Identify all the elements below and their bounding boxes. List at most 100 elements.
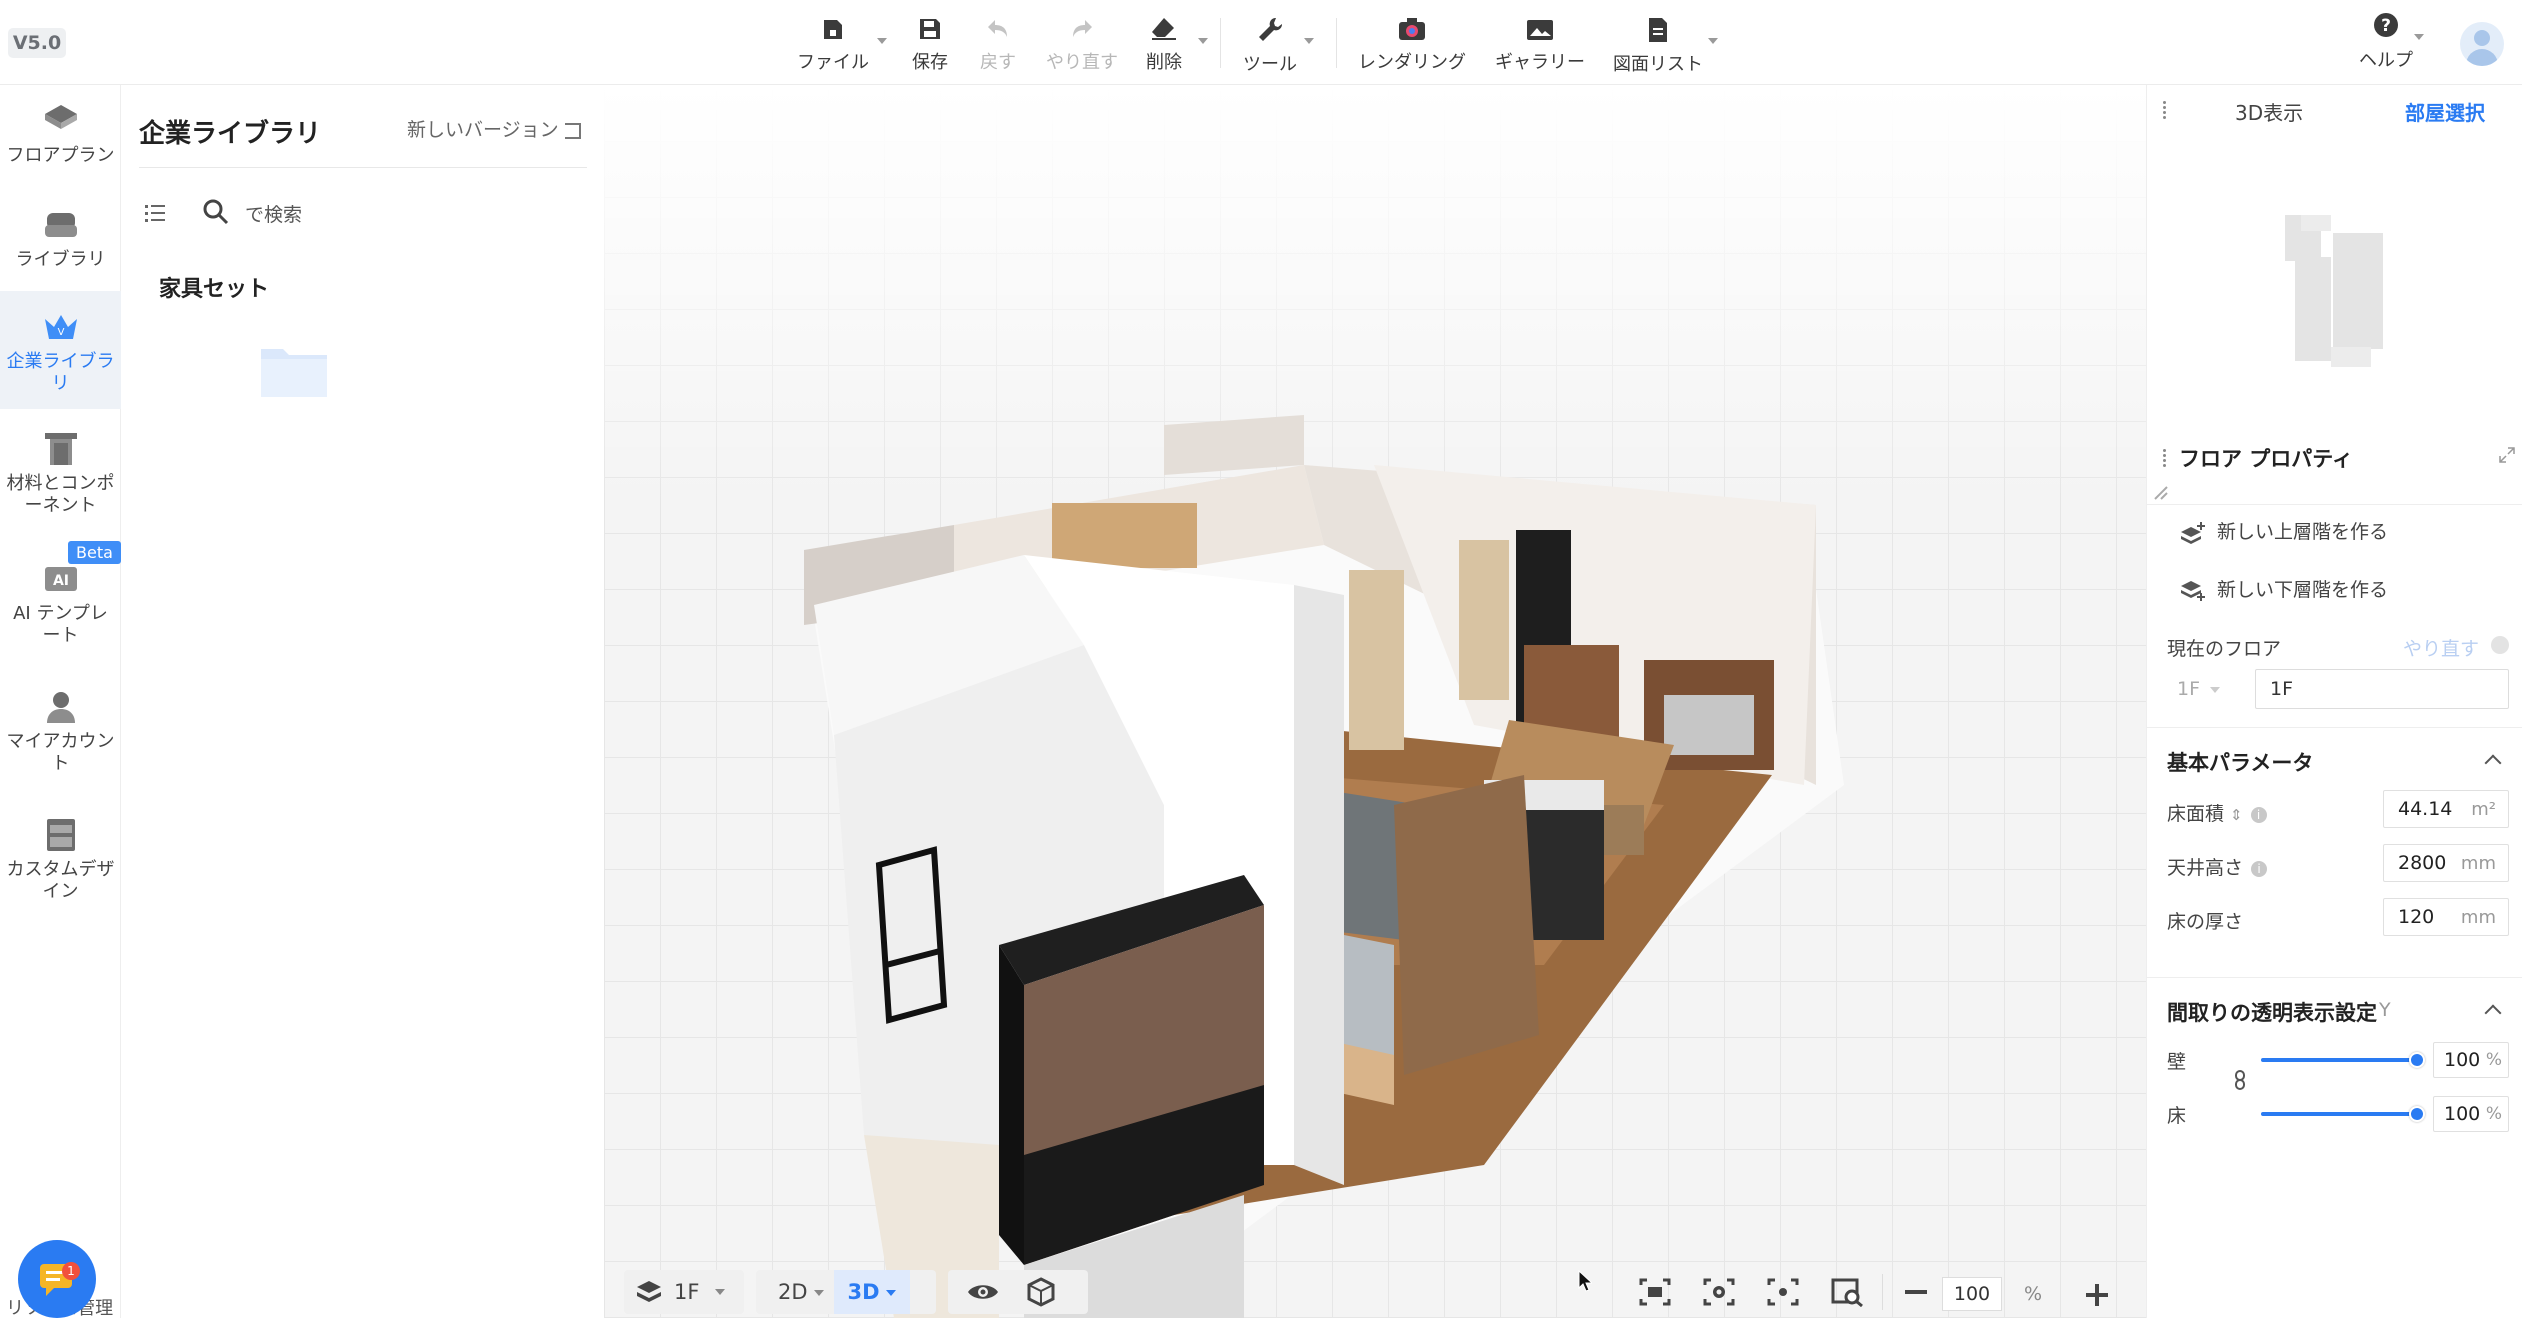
mode-2d-button[interactable]: 2D [756,1280,834,1304]
nav-floorplan[interactable]: フロアプラン [0,101,121,191]
link-icon[interactable] [2233,1069,2247,1091]
folder-icon[interactable] [259,341,329,401]
zoom-level-input[interactable]: 100 [1942,1277,2002,1311]
drawing-list-button[interactable]: 図面リスト [1612,12,1718,78]
nav-materials[interactable]: 材料とコンポーネント [0,429,121,529]
undo-button[interactable]: 戻す [968,12,1028,78]
list-view-icon[interactable] [145,203,167,227]
drag-handle-icon[interactable] [2163,99,2171,121]
3d-room-model[interactable] [604,85,2146,1318]
add-upper-floor-button[interactable]: 新しい上層階を作る [2179,517,2388,545]
collapse-icon[interactable] [2484,1004,2502,1022]
file-button[interactable]: ファイル [793,12,887,78]
divider [2147,977,2522,978]
chevron-down-icon [2210,686,2221,693]
library-panel: 企業ライブラリ 新しいバージョン 家具セット [121,85,604,1318]
nav-my-account[interactable]: マイアカウント [0,687,121,787]
3d-view-label[interactable]: 3D表示 [2235,97,2303,126]
gallery-button[interactable]: ギャラリー [1494,12,1586,78]
cube-icon[interactable] [1026,1277,1056,1307]
add-lower-floor-button[interactable]: 新しい下層階を作る [2179,575,2388,603]
view-header: 3D表示 部屋選択 [2147,85,2522,135]
avatar[interactable] [2460,22,2504,66]
chevron-down-icon [877,38,887,44]
svg-text:AI: AI [52,573,68,589]
floor-area-input[interactable]: 44.14 m² [2383,790,2509,828]
collapse-icon[interactable] [2484,754,2502,772]
help-button[interactable]: ? ヘルプ [2356,12,2424,72]
new-version-link[interactable]: 新しいバージョン [407,115,581,142]
cabinet-icon [41,815,81,855]
chat-icon [40,1264,72,1296]
toolbar-divider [1336,18,1337,68]
beta-badge: Beta [68,541,121,564]
floor-transparency-input[interactable]: 100% [2433,1096,2509,1132]
fit-view-icon[interactable] [1638,1277,1672,1307]
view-mode-switcher: 2D 3D [756,1270,936,1314]
focus-icon[interactable] [1766,1277,1800,1307]
floor-name-input[interactable]: 1F [2255,669,2509,709]
save-button[interactable]: 保存 [900,12,960,78]
tools-button[interactable]: ツール [1240,12,1314,78]
wall-transparency-input[interactable]: 100% [2433,1042,2509,1078]
view-settings-icon[interactable] [1702,1277,1736,1307]
slider-handle[interactable] [2409,1106,2425,1122]
wrench-icon [1259,17,1283,41]
zoom-unit: % [2024,1283,2043,1305]
eye-icon[interactable] [966,1280,1000,1304]
divider [1882,1274,1883,1310]
ceiling-height-input[interactable]: 2800 mm [2383,844,2509,882]
panel-title: 企業ライブラリ [139,119,322,149]
chevron-down-icon [715,1289,726,1295]
info-icon: i [2250,806,2267,823]
search-icon [201,197,229,229]
drawing-list-icon [1649,18,1667,42]
chevron-down-icon [1198,38,1208,44]
drag-handle-icon[interactable] [2163,447,2171,469]
3d-viewport[interactable]: 1F 2D 3D 100 % [604,85,2146,1318]
floorplan-icon [41,101,81,141]
chevron-down-icon [2414,34,2424,40]
zoom-out-icon[interactable] [1903,1279,1929,1305]
transparency-hint: Y [2379,999,2391,1021]
nav-custom-design[interactable]: カスタムデザイン [0,815,121,915]
wall-transparency-slider[interactable] [2261,1052,2425,1068]
door-icon [41,429,81,469]
floor-redo-button[interactable]: やり直す [2403,634,2479,661]
zoom-area-icon[interactable] [1830,1277,1864,1307]
slider-handle[interactable] [2409,1052,2425,1068]
chat-button[interactable] [18,1240,96,1318]
svg-text:?: ? [2381,16,2391,36]
chevron-down-icon [1304,38,1314,44]
undo-icon [988,20,1007,37]
delete-button[interactable]: 削除 [1134,12,1208,78]
version-badge: V5.0 [8,28,66,58]
nav-ai-template[interactable]: AI AI テンプレート [0,559,121,659]
mouse-cursor-icon [1578,1270,1592,1292]
section-title: 家具セット [159,277,270,302]
chat-badge: 1 [62,1262,80,1280]
rendering-button[interactable]: レンダリング [1356,12,1468,78]
nav-library[interactable]: ライブラリ [0,205,121,295]
nav-enterprise-library[interactable]: V 企業ライブラリ [0,291,121,409]
help-icon: ? [2374,13,2398,37]
camera-icon [1399,18,1425,40]
floor-transparency-slider[interactable] [2261,1106,2425,1122]
redo-button[interactable]: やり直す [1042,12,1122,78]
search-input[interactable] [245,197,565,233]
chevron-down-icon [813,1290,824,1296]
right-panel: 3D表示 部屋選択 フロア プロパティ 新しい上層階を作る 新しい下層階を作る … [2146,85,2522,1318]
room-select-button[interactable]: 部屋選択 [2405,97,2485,126]
floor-label: 床 [2167,1105,2187,1127]
file-home-icon [824,20,842,39]
zoom-in-icon[interactable] [2084,1282,2110,1308]
add-floor-down-icon [2181,580,2205,601]
top-toolbar: V5.0 ファイル 保存 戻す やり直す 削除 ツール レンダリング ギャラリー… [0,0,2522,85]
floor-thickness-input[interactable]: 120 mm [2383,898,2509,936]
expand-icon[interactable] [2499,447,2515,463]
mode-3d-button[interactable]: 3D [833,1270,910,1314]
divider [139,167,587,168]
floor-select[interactable]: 1F [2167,671,2237,707]
floor-switcher[interactable]: 1F [624,1270,744,1314]
transparency-title: 間取りの透明表示設定 [2167,1001,2377,1025]
